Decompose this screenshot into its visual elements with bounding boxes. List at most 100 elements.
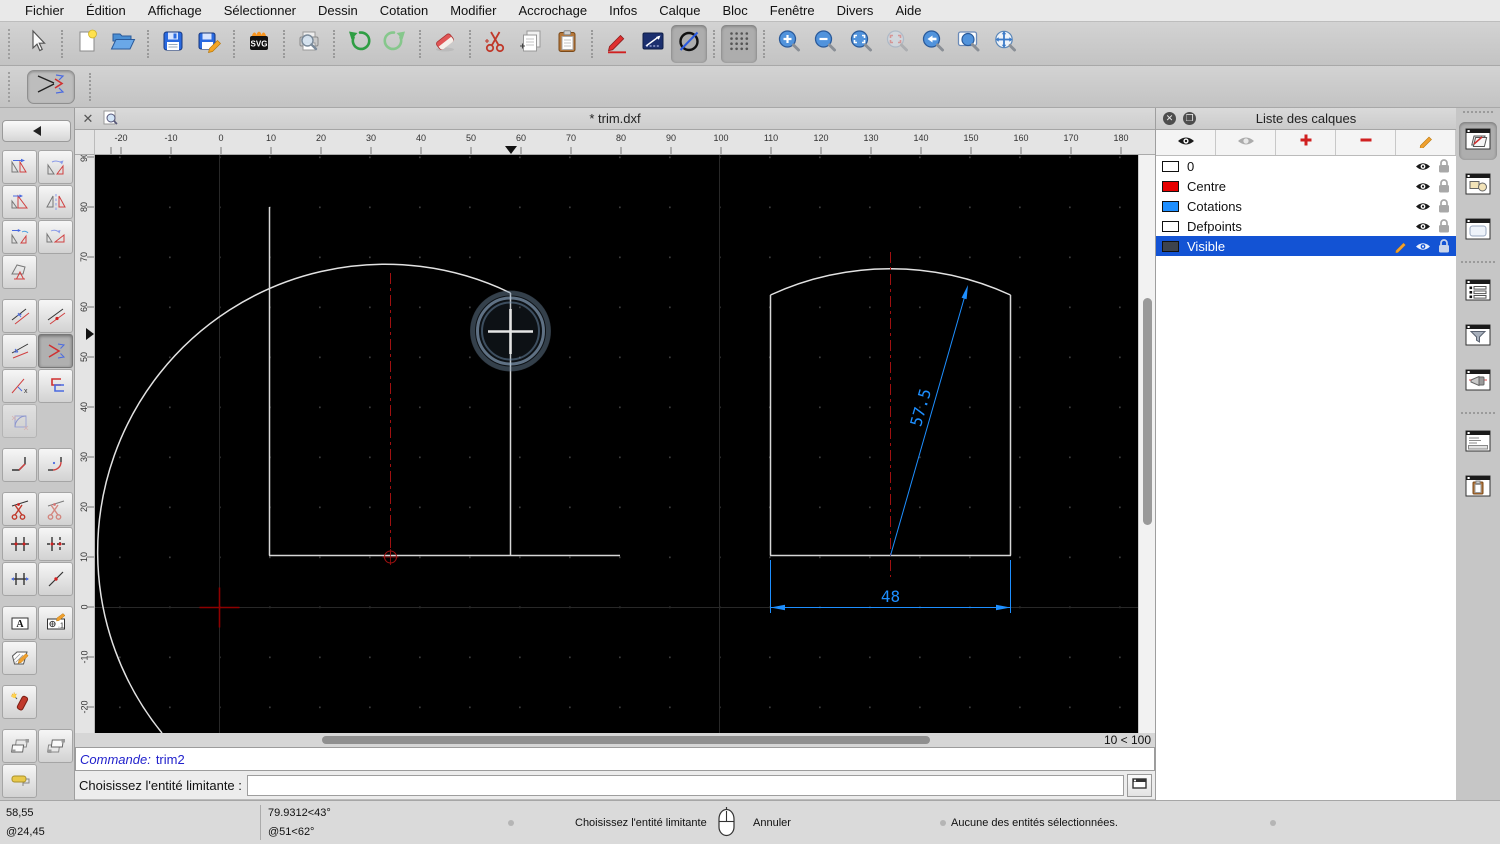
undo-button[interactable] [341, 25, 377, 63]
property-editor-panel-button[interactable] [1459, 273, 1497, 311]
tool-move-copy[interactable] [2, 150, 37, 184]
layer-lock-icon[interactable] [1438, 179, 1450, 193]
paste-button[interactable] [549, 25, 585, 63]
tool-rotate[interactable] [38, 150, 73, 184]
layer-visible-eye-icon[interactable] [1415, 181, 1431, 192]
layer-edit-pencil-icon[interactable] [1394, 239, 1408, 253]
measure-distance-button[interactable] [635, 25, 671, 63]
horizontal-scrollbar[interactable]: 10 < 100 [75, 733, 1155, 747]
tool-lengthen[interactable]: x [2, 369, 37, 403]
menu-item[interactable]: Accrochage [507, 3, 598, 18]
layer-row-1[interactable]: Centre [1156, 176, 1456, 196]
tool-break-out-gap[interactable] [38, 527, 73, 561]
toolbar-handle[interactable] [8, 71, 14, 102]
tool-explode[interactable] [2, 685, 37, 719]
pointer-tool-button[interactable] [19, 25, 55, 63]
tool-project-shape[interactable] [2, 255, 37, 289]
tool-paint-format[interactable] [2, 764, 37, 798]
menu-item[interactable]: Aide [884, 3, 932, 18]
drawing-canvas[interactable]: 57.5 48 [95, 155, 1138, 734]
layer-row-0[interactable]: 0 [1156, 156, 1456, 176]
layer-lock-icon[interactable] [1438, 219, 1450, 233]
layer-row-2[interactable]: Cotations [1156, 196, 1456, 216]
circle-slash-button[interactable] [671, 24, 707, 63]
vertical-scrollbar-thumb[interactable] [1143, 298, 1152, 525]
menu-item[interactable]: Édition [75, 3, 137, 18]
tool-mirror[interactable] [38, 185, 73, 219]
menu-item[interactable]: Sélectionner [213, 3, 307, 18]
layer-visible-eye-icon[interactable] [1415, 221, 1431, 232]
print-preview-button[interactable] [291, 25, 327, 63]
vertical-scrollbar[interactable] [1138, 155, 1155, 733]
layer-lock-icon[interactable] [1438, 199, 1450, 213]
redo-button[interactable] [377, 25, 413, 63]
tool-edit-text[interactable]: A [2, 606, 37, 640]
layer-lock-icon[interactable] [1438, 159, 1450, 173]
tool-offset-segment[interactable] [38, 369, 73, 403]
tool-trim-two[interactable] [38, 334, 73, 368]
layer-visible-eye-icon[interactable] [1415, 161, 1431, 172]
zoom-auto-button[interactable] [843, 25, 879, 63]
layer-lock-icon[interactable] [1438, 239, 1450, 253]
palette-back-button[interactable] [2, 120, 71, 142]
zoom-in-button[interactable] [771, 25, 807, 63]
cut-button[interactable] [477, 25, 513, 63]
menu-item[interactable]: Divers [826, 3, 885, 18]
save-button[interactable] [155, 25, 191, 63]
tool-divide[interactable] [2, 492, 37, 526]
new-file-button[interactable] [69, 25, 105, 63]
zoom-previous-button[interactable] [915, 25, 951, 63]
delete-eraser-button[interactable] [427, 25, 463, 63]
layer-visible-eye-icon[interactable] [1415, 201, 1431, 212]
grid-toggle-button[interactable] [721, 24, 757, 63]
svg-export-button[interactable]: SVG [241, 25, 277, 63]
menu-item[interactable]: Calque [648, 3, 711, 18]
menu-item[interactable]: Infos [598, 3, 648, 18]
show-all-layers-button[interactable] [1156, 130, 1216, 155]
tool-stretch[interactable] [2, 562, 37, 596]
edit-properties-button[interactable] [599, 25, 635, 63]
command-window-button[interactable] [1127, 773, 1152, 797]
layer-visible-eye-icon[interactable] [1415, 241, 1431, 252]
menu-item[interactable]: Dessin [307, 3, 369, 18]
tool-scale[interactable] [2, 185, 37, 219]
pan-button[interactable] [987, 25, 1023, 63]
tool-fillet-arc[interactable] [2, 404, 37, 438]
layer-list-panel-button[interactable] [1459, 122, 1497, 160]
selection-filter-panel-button[interactable] [1459, 318, 1497, 356]
menu-item[interactable]: Cotation [369, 3, 439, 18]
add-layer-button[interactable] [1276, 130, 1336, 155]
tool-move-rotate[interactable] [2, 220, 37, 254]
tool-break-out[interactable] [2, 527, 37, 561]
tool-order-back[interactable] [38, 729, 73, 763]
tool-rotate-two[interactable] [38, 220, 73, 254]
menu-item[interactable]: Modifier [439, 3, 507, 18]
library-browser-panel-button[interactable] [1459, 212, 1497, 250]
zoom-selection-button[interactable] [879, 25, 915, 63]
command-input[interactable] [246, 774, 1124, 796]
horizontal-scrollbar-thumb[interactable] [322, 736, 930, 744]
copy-button[interactable] [513, 25, 549, 63]
active-trim-two-tool-button[interactable] [27, 69, 75, 104]
zoom-out-button[interactable] [807, 25, 843, 63]
announcer-panel-button[interactable] [1459, 363, 1497, 401]
tool-chamfer[interactable] [2, 448, 37, 482]
clipboard-panel-button[interactable] [1459, 469, 1497, 507]
tool-edit-hatch[interactable] [2, 641, 37, 675]
command-history-panel-button[interactable] [1459, 424, 1497, 462]
open-file-button[interactable] [105, 25, 141, 63]
tool-divide-2[interactable] [38, 492, 73, 526]
tool-edit-dimension[interactable]: .1 [38, 606, 73, 640]
tool-break-out-point[interactable] [38, 562, 73, 596]
block-list-panel-button[interactable] [1459, 167, 1497, 205]
menu-item[interactable]: Fichier [14, 3, 75, 18]
tool-order-front[interactable] [2, 729, 37, 763]
hide-all-layers-button[interactable] [1216, 130, 1276, 155]
menu-item[interactable]: Fenêtre [759, 3, 826, 18]
tool-offset[interactable] [2, 299, 37, 333]
menu-item[interactable]: Affichage [137, 3, 213, 18]
zoom-window-button[interactable] [951, 25, 987, 63]
tool-fillet[interactable] [38, 448, 73, 482]
save-as-button[interactable] [191, 25, 227, 63]
dock-handle[interactable] [1463, 111, 1493, 116]
